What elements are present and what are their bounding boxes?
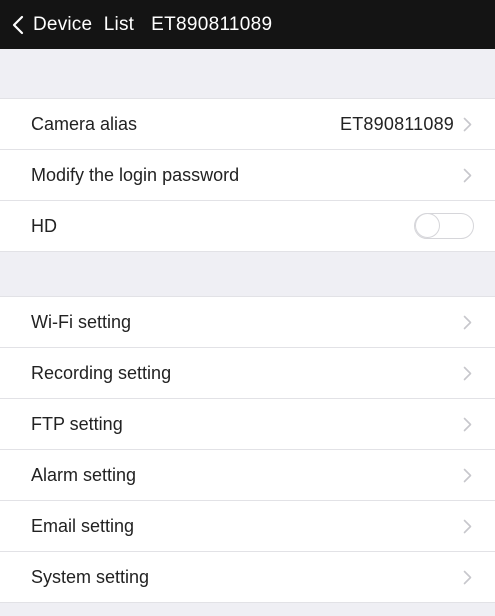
wifi-setting-row[interactable]: Wi-Fi setting xyxy=(0,297,495,348)
camera-alias-label: Camera alias xyxy=(31,113,138,134)
recording-setting-row[interactable]: Recording setting xyxy=(0,348,495,399)
recording-setting-label: Recording setting xyxy=(31,362,172,383)
back-button-label: Device List xyxy=(33,13,135,35)
chevron-right-icon xyxy=(462,518,472,534)
wifi-setting-label: Wi-Fi setting xyxy=(31,311,132,332)
camera-alias-row[interactable]: Camera alias ET890811089 xyxy=(0,99,495,150)
chevron-right-icon xyxy=(462,569,472,585)
email-setting-label: Email setting xyxy=(31,515,135,536)
modify-password-row[interactable]: Modify the login password xyxy=(0,150,495,201)
hd-toggle-knob xyxy=(415,213,440,238)
section-spacer xyxy=(0,252,495,297)
page-title: ET890811089 xyxy=(151,13,273,35)
alarm-setting-label: Alarm setting xyxy=(31,464,137,485)
camera-alias-value: ET890811089 xyxy=(340,113,454,134)
hd-row: HD xyxy=(0,201,495,252)
hd-label: HD xyxy=(31,215,57,236)
modify-password-label: Modify the login password xyxy=(31,164,240,185)
chevron-right-icon xyxy=(462,167,472,183)
chevron-right-icon xyxy=(462,314,472,330)
chevron-right-icon xyxy=(462,416,472,432)
bottom-fill xyxy=(0,603,495,616)
camera-settings-screen: Device List ET890811089 Camera alias ET8… xyxy=(0,0,495,616)
ftp-setting-row[interactable]: FTP setting xyxy=(0,399,495,450)
chevron-right-icon xyxy=(462,365,472,381)
back-button[interactable]: Device List xyxy=(12,14,134,36)
system-setting-label: System setting xyxy=(31,566,150,587)
section-spacer xyxy=(0,49,495,99)
nav-bar: Device List ET890811089 xyxy=(0,0,495,49)
chevron-left-icon xyxy=(12,14,30,36)
system-setting-row[interactable]: System setting xyxy=(0,552,495,603)
hd-toggle[interactable] xyxy=(414,213,474,239)
chevron-right-icon xyxy=(462,467,472,483)
chevron-right-icon xyxy=(462,116,472,132)
alarm-setting-row[interactable]: Alarm setting xyxy=(0,450,495,501)
email-setting-row[interactable]: Email setting xyxy=(0,501,495,552)
ftp-setting-label: FTP setting xyxy=(31,413,123,434)
